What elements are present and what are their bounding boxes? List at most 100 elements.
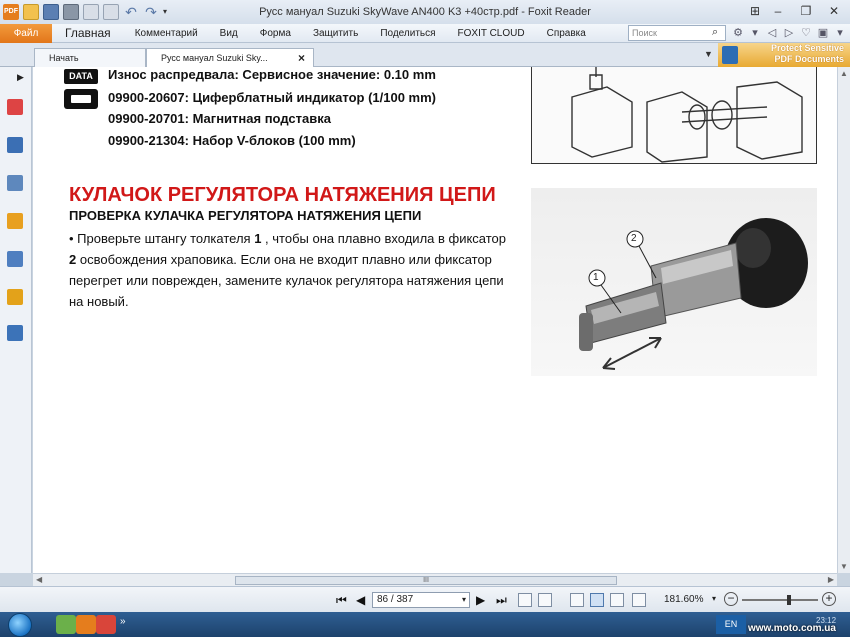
spec-v-block-set: 09900-21304: Набор V-блоков (100 mm) (108, 133, 356, 148)
next-view-icon[interactable] (538, 593, 552, 607)
camshaft-measure-illustration (531, 67, 817, 164)
menu-share[interactable]: Поделиться (369, 28, 446, 39)
quick-access-toolbar: PDF ↶ ↷ ▾ (0, 4, 171, 20)
signatures-icon[interactable] (7, 325, 23, 341)
user-account-icon[interactable]: ▣ (817, 26, 829, 39)
minimize-button[interactable]: – (766, 2, 790, 20)
menu-foxit-cloud[interactable]: FOXIT CLOUD (447, 28, 536, 39)
undo-icon[interactable]: ↶ (123, 4, 139, 20)
continuous-facing-view-icon[interactable] (632, 593, 646, 607)
file-menu[interactable]: Файл (0, 23, 52, 43)
menu-comment[interactable]: Комментарий (124, 28, 209, 39)
save-icon[interactable] (43, 4, 59, 20)
scroll-right-arrow-icon[interactable]: ▶ (828, 575, 834, 584)
taskbar-app-icon[interactable] (56, 615, 76, 634)
redo-icon[interactable]: ↷ (143, 4, 159, 20)
first-page-icon[interactable]: ⏮ (336, 593, 347, 608)
language-indicator[interactable]: EN (716, 615, 746, 634)
tab-current-label: Русс манyал Suzuki Sky... (161, 53, 268, 63)
next-page-icon[interactable]: ▶ (476, 593, 485, 607)
close-button[interactable]: ✕ (822, 2, 846, 20)
last-page-icon[interactable]: ⏭ (496, 593, 507, 608)
document-view[interactable]: DATA Износ распредвала: Сервисное значен… (33, 67, 837, 573)
scroll-left-arrow-icon[interactable]: ◀ (36, 575, 42, 584)
tensioner-photo: 1 2 (531, 188, 817, 376)
restore-button[interactable]: ❐ (794, 2, 818, 20)
back-arrow-icon[interactable]: ◁ (766, 26, 778, 39)
tensioner-drawing (579, 218, 808, 370)
scroll-down-arrow-icon[interactable]: ▼ (840, 562, 848, 571)
search-icon[interactable]: ⌕ (712, 26, 718, 39)
tab-close-icon[interactable]: × (298, 49, 305, 67)
zoom-slider[interactable] (742, 595, 818, 605)
body-line-2-b: освобождения храповика. Если она не вход… (76, 252, 492, 267)
previous-view-icon[interactable] (518, 593, 532, 607)
print-icon[interactable] (63, 4, 79, 20)
attachments-icon[interactable] (7, 251, 23, 267)
callout-1-label: 1 (593, 272, 599, 283)
previous-page-icon[interactable]: ◀ (356, 593, 365, 607)
data-badge-icon: DATA (64, 69, 98, 84)
scroll-up-arrow-icon[interactable]: ▲ (840, 69, 848, 78)
single-page-view-icon[interactable] (570, 593, 584, 607)
body-line-1-a: • Проверьте штангу толкателя (69, 231, 255, 246)
taskbar-foxit-icon[interactable] (76, 615, 96, 634)
zoom-in-button[interactable]: + (822, 592, 836, 606)
menu-protect[interactable]: Защитить (302, 28, 369, 39)
layers-icon[interactable] (7, 175, 23, 191)
customize-toolbar-caret-icon[interactable]: ▾ (163, 4, 171, 20)
bookmark-icon[interactable] (7, 99, 23, 115)
scan-icon[interactable] (83, 4, 99, 20)
horizontal-scroll-thumb[interactable]: III (235, 576, 617, 585)
open-folder-icon[interactable] (23, 4, 39, 20)
pages-thumbnails-icon[interactable] (7, 137, 23, 153)
page-number-field[interactable]: 86 / 387 ▾ (372, 592, 470, 608)
security-lock-icon[interactable] (7, 289, 23, 305)
favorite-heart-icon[interactable]: ♡ (800, 26, 812, 39)
zoom-out-button[interactable]: − (724, 592, 738, 606)
continuous-view-icon[interactable] (590, 593, 604, 607)
zoom-level[interactable]: 181.60% (664, 594, 703, 605)
ribbon-menu: Файл Главная Комментарий Вид Форма Защит… (0, 23, 850, 43)
foxit-app-icon[interactable]: PDF (3, 4, 19, 20)
tab-start-label: Начать (49, 53, 79, 63)
horizontal-scrollbar[interactable]: ◀ III ▶ (33, 573, 837, 586)
menu-home[interactable]: Главная (52, 26, 124, 40)
vertical-scrollbar[interactable]: ▲ ▼ (837, 67, 850, 573)
menu-help[interactable]: Справка (536, 28, 597, 39)
ribbon-right-icons: ⚙ ▾ ◁ ▷ ♡ ▣ ▾ (732, 26, 846, 39)
tab-start[interactable]: Начать (34, 48, 146, 67)
status-bar: ⏮ ◀ 86 / 387 ▾ ▶ ⏭ 181.60% ▾ − + (0, 586, 850, 612)
start-button[interactable] (8, 613, 32, 637)
tab-list-dropdown-icon[interactable]: ▼ (704, 49, 713, 59)
system-clock[interactable]: 23:12 (816, 616, 836, 625)
promo-banner[interactable]: Protect Sensitive PDF Documents (718, 43, 850, 67)
settings-gear-icon[interactable]: ⚙ (732, 26, 744, 39)
ribbon-caret-icon[interactable]: ▾ (834, 26, 846, 39)
menu-view[interactable]: Вид (209, 28, 249, 39)
body-line-1-c: , чтобы она плавно входила в фиксатор (261, 231, 507, 246)
special-tool-icon (64, 89, 98, 109)
section-subheading: ПРОВЕРКА КУЛАЧКА РЕГУЛЯТОРА НАТЯЖЕНИЯ ЦЕ… (69, 208, 422, 223)
comments-icon[interactable] (7, 213, 23, 229)
title-bar: PDF ↶ ↷ ▾ Русс манyал Suzuki SkyWave AN4… (0, 0, 850, 24)
new-document-icon[interactable] (103, 4, 119, 20)
body-line-2: 2 освобождения храповика. Если она не вх… (69, 252, 492, 267)
callout-2-label: 2 (631, 233, 637, 244)
section-heading: КУЛАЧОК РЕГУЛЯТОРА НАТЯЖЕНИЯ ЦЕПИ (69, 184, 496, 206)
zoom-dropdown-icon[interactable]: ▾ (712, 594, 716, 603)
menu-form[interactable]: Форма (249, 28, 302, 39)
page-dropdown-icon[interactable]: ▾ (462, 593, 466, 607)
taskbar-chrome-icon[interactable] (96, 615, 116, 634)
window-controls: ⊞ – ❐ ✕ (748, 2, 846, 20)
tab-current-document[interactable]: Русс манyал Suzuki Sky... × (146, 48, 314, 67)
taskbar-overflow-icon[interactable]: » (120, 616, 126, 627)
expand-panel-icon[interactable]: ▶ (17, 72, 24, 83)
spec-magnetic-stand: 09900-20701: Магнитная подставка (108, 111, 331, 126)
facing-view-icon[interactable] (610, 593, 624, 607)
promo-logo-icon (722, 46, 738, 64)
forward-arrow-icon[interactable]: ▷ (783, 26, 795, 39)
layout-grid-icon[interactable]: ⊞ (748, 2, 762, 20)
dropdown-caret-icon[interactable]: ▾ (749, 26, 761, 39)
zoom-slider-handle[interactable] (786, 595, 791, 605)
